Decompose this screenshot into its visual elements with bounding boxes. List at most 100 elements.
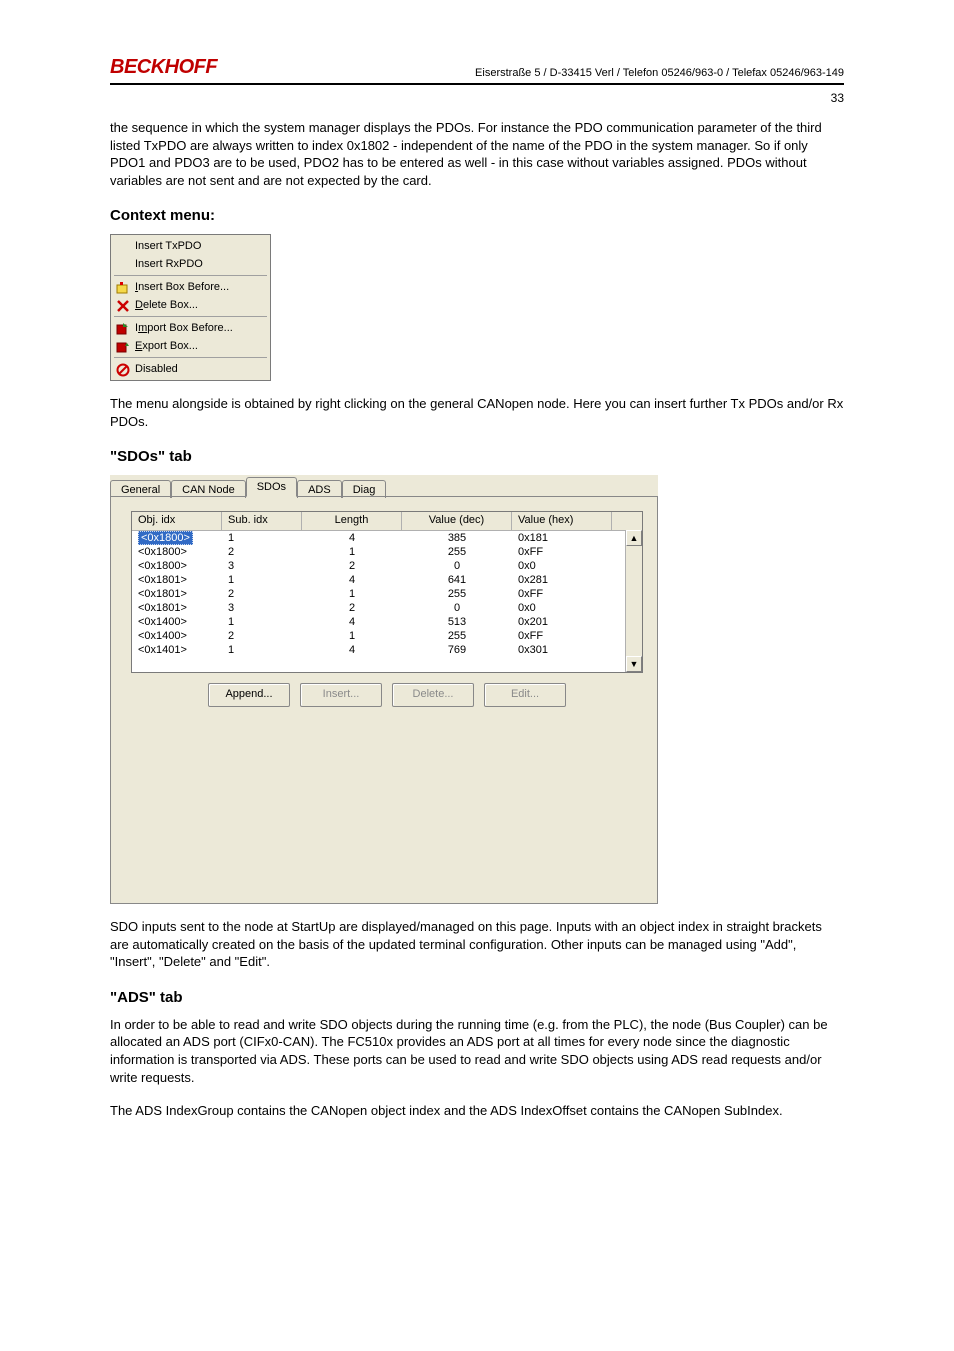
cell-obj-idx: <0x1800> xyxy=(132,559,222,573)
col-obj-idx[interactable]: Obj. idx xyxy=(132,512,222,530)
cell-obj-idx: <0x1801> xyxy=(132,587,222,601)
ctx-import-box-before[interactable]: Import Box Before... xyxy=(113,319,268,337)
cell-value-dec: 513 xyxy=(402,615,512,629)
cell-length: 4 xyxy=(302,531,402,545)
disabled-icon xyxy=(115,362,131,378)
cell-sub-idx: 1 xyxy=(222,531,302,545)
context-menu: Insert TxPDO Insert RxPDO Insert Box Bef… xyxy=(110,234,271,381)
scroll-up-icon[interactable]: ▲ xyxy=(626,530,642,546)
col-value-hex[interactable]: Value (hex) xyxy=(512,512,612,530)
table-row[interactable]: <0x1401>147690x301 xyxy=(132,643,642,657)
ctx-label: Insert RxPDO xyxy=(135,258,203,270)
ctx-label: Export Box... xyxy=(135,340,198,352)
cell-value-dec: 0 xyxy=(402,601,512,615)
ctx-insert-box-before[interactable]: Insert Box Before... xyxy=(113,278,268,296)
context-menu-paragraph: The menu alongside is obtained by right … xyxy=(110,395,844,430)
sdos-heading: "SDOs" tab xyxy=(110,448,844,465)
cell-obj-idx: <0x1401> xyxy=(132,643,222,657)
ads-paragraph-1: In order to be able to read and write SD… xyxy=(110,1016,844,1086)
cell-value-hex: 0x281 xyxy=(512,573,612,587)
cell-sub-idx: 3 xyxy=(222,601,302,615)
context-menu-heading: Context menu: xyxy=(110,207,844,224)
table-row[interactable]: <0x1400>212550xFF xyxy=(132,629,642,643)
cell-value-dec: 641 xyxy=(402,573,512,587)
header-address: Eiserstraße 5 / D-33415 Verl / Telefon 0… xyxy=(475,67,844,79)
cell-sub-idx: 1 xyxy=(222,643,302,657)
col-length[interactable]: Length xyxy=(302,512,402,530)
ctx-export-box[interactable]: Export Box... xyxy=(113,337,268,355)
ctx-label: Insert Box Before... xyxy=(135,281,229,293)
sdos-paragraph: SDO inputs sent to the node at StartUp a… xyxy=(110,918,844,971)
cell-value-dec: 0 xyxy=(402,559,512,573)
listview-header: Obj. idx Sub. idx Length Value (dec) Val… xyxy=(132,512,642,531)
cell-obj-idx: <0x1400> xyxy=(132,615,222,629)
table-row[interactable]: <0x1800>3200x0 xyxy=(132,559,642,573)
cell-sub-idx: 2 xyxy=(222,545,302,559)
cell-value-hex: 0xFF xyxy=(512,587,612,601)
cell-length: 1 xyxy=(302,587,402,601)
sdo-listview[interactable]: Obj. idx Sub. idx Length Value (dec) Val… xyxy=(131,511,643,673)
cell-value-hex: 0x181 xyxy=(512,531,612,545)
cell-obj-idx: <0x1400> xyxy=(132,629,222,643)
import-icon xyxy=(115,321,131,337)
cell-value-hex: 0x0 xyxy=(512,601,612,615)
ctx-label: Delete Box... xyxy=(135,299,198,311)
cell-value-hex: 0xFF xyxy=(512,629,612,643)
cell-value-dec: 769 xyxy=(402,643,512,657)
cell-length: 4 xyxy=(302,615,402,629)
ctx-insert-txpdo[interactable]: Insert TxPDO xyxy=(113,237,268,255)
cell-length: 1 xyxy=(302,545,402,559)
ads-heading: "ADS" tab xyxy=(110,989,844,1006)
ctx-label: Import Box Before... xyxy=(135,322,233,334)
insert-button[interactable]: Insert... xyxy=(300,683,382,707)
listview-rows: <0x1800>143850x181<0x1800>212550xFF<0x18… xyxy=(132,531,642,657)
cell-sub-idx: 1 xyxy=(222,573,302,587)
export-icon xyxy=(115,339,131,355)
cell-value-hex: 0xFF xyxy=(512,545,612,559)
delete-button[interactable]: Delete... xyxy=(392,683,474,707)
cell-value-dec: 255 xyxy=(402,587,512,601)
brand-logo: BECKHOFF xyxy=(110,56,217,79)
cell-length: 4 xyxy=(302,643,402,657)
ctx-label: Insert TxPDO xyxy=(135,240,201,252)
intro-paragraph: the sequence in which the system manager… xyxy=(110,119,844,189)
cell-sub-idx: 2 xyxy=(222,587,302,601)
button-row: Append... Insert... Delete... Edit... xyxy=(131,683,643,707)
cell-obj-idx: <0x1800> xyxy=(132,545,222,559)
insert-box-icon xyxy=(115,280,131,296)
ctx-disabled[interactable]: Disabled xyxy=(113,360,268,378)
table-row[interactable]: <0x1800>212550xFF xyxy=(132,545,642,559)
ctx-delete-box[interactable]: Delete Box... xyxy=(113,296,268,314)
append-button[interactable]: Append... xyxy=(208,683,290,707)
cell-length: 1 xyxy=(302,629,402,643)
ads-paragraph-2: The ADS IndexGroup contains the CANopen … xyxy=(110,1102,844,1120)
cell-value-dec: 255 xyxy=(402,545,512,559)
cell-length: 2 xyxy=(302,601,402,615)
tab-content-sdos: Obj. idx Sub. idx Length Value (dec) Val… xyxy=(110,496,658,904)
cell-value-hex: 0x0 xyxy=(512,559,612,573)
table-row[interactable]: <0x1400>145130x201 xyxy=(132,615,642,629)
cell-obj-idx: <0x1800> xyxy=(132,531,222,545)
cell-length: 4 xyxy=(302,573,402,587)
cell-sub-idx: 3 xyxy=(222,559,302,573)
cell-sub-idx: 1 xyxy=(222,615,302,629)
scrollbar[interactable]: ▲ ▼ xyxy=(625,530,642,672)
edit-button[interactable]: Edit... xyxy=(484,683,566,707)
cell-obj-idx: <0x1801> xyxy=(132,601,222,615)
table-row[interactable]: <0x1801>146410x281 xyxy=(132,573,642,587)
ctx-label: Disabled xyxy=(135,363,178,375)
col-value-dec[interactable]: Value (dec) xyxy=(402,512,512,530)
cell-value-hex: 0x201 xyxy=(512,615,612,629)
scroll-down-icon[interactable]: ▼ xyxy=(626,656,642,672)
tab-sdos[interactable]: SDOs xyxy=(246,477,297,497)
table-row[interactable]: <0x1801>3200x0 xyxy=(132,601,642,615)
cell-obj-idx: <0x1801> xyxy=(132,573,222,587)
table-row[interactable]: <0x1801>212550xFF xyxy=(132,587,642,601)
cell-length: 2 xyxy=(302,559,402,573)
table-row[interactable]: <0x1800>143850x181 xyxy=(132,531,642,545)
sdo-panel: General CAN Node SDOs ADS Diag Obj. idx … xyxy=(110,475,658,904)
col-sub-idx[interactable]: Sub. idx xyxy=(222,512,302,530)
page-number: 33 xyxy=(110,91,844,105)
delete-icon xyxy=(115,298,131,314)
ctx-insert-rxpdo[interactable]: Insert RxPDO xyxy=(113,255,268,273)
